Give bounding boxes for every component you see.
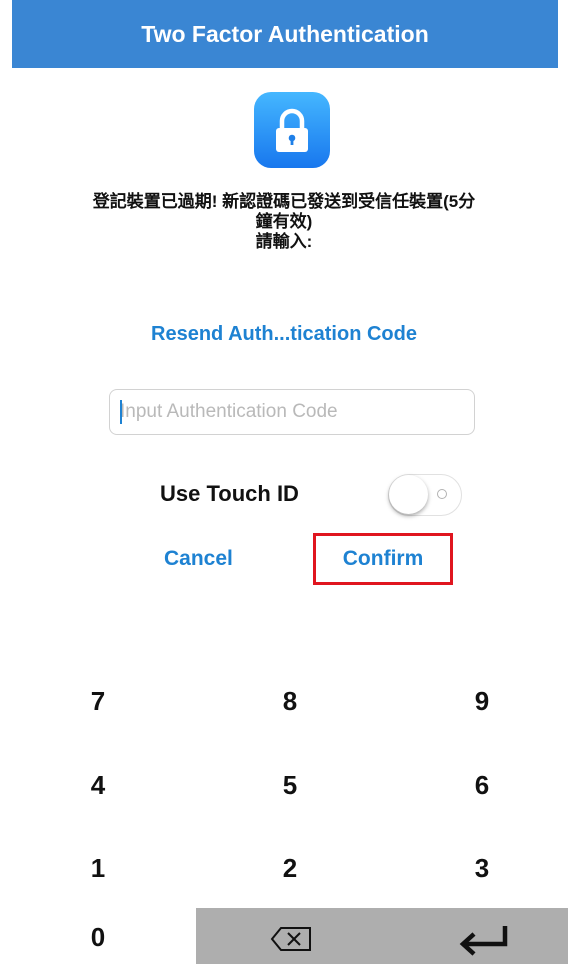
key-2[interactable]: 2 xyxy=(260,853,320,884)
key-1[interactable]: 1 xyxy=(68,853,128,884)
key-0[interactable]: 0 xyxy=(68,922,128,953)
cancel-button[interactable]: Cancel xyxy=(164,547,233,571)
toggle-knob xyxy=(389,475,428,514)
key-4[interactable]: 4 xyxy=(68,770,128,801)
touch-id-label: Use Touch ID xyxy=(160,481,299,506)
confirm-label: Confirm xyxy=(342,547,424,570)
return-icon xyxy=(459,926,508,956)
key-3[interactable]: 3 xyxy=(452,853,512,884)
key-7[interactable]: 7 xyxy=(68,686,128,717)
key-5[interactable]: 5 xyxy=(260,770,320,801)
authentication-code-input[interactable] xyxy=(109,389,475,435)
confirm-button[interactable]: Confirm xyxy=(313,533,453,585)
message-line-1: 登記裝置已過期! 新認證碼已發送到受信任裝置(5分 xyxy=(92,192,476,211)
key-6[interactable]: 6 xyxy=(452,770,512,801)
resend-code-link[interactable]: Resend Auth...tication Code xyxy=(0,323,568,346)
expiry-message: 登記裝置已過期! 新認證碼已發送到受信任裝置(5分 鐘有效) 請輸入: xyxy=(20,192,548,252)
message-line-2: 鐘有效) xyxy=(255,212,313,231)
key-8[interactable]: 8 xyxy=(260,686,320,717)
delete-key[interactable] xyxy=(270,926,312,957)
keypad-action-row-background xyxy=(196,908,568,964)
page-title: Two Factor Authentication xyxy=(141,20,429,47)
delete-icon xyxy=(270,927,311,951)
text-cursor xyxy=(120,400,122,424)
key-9[interactable]: 9 xyxy=(452,686,512,717)
touch-id-toggle[interactable] xyxy=(388,474,462,516)
lock-app-icon xyxy=(254,92,330,168)
message-line-3: 請輸入: xyxy=(255,232,313,251)
title-bar: Two Factor Authentication xyxy=(12,0,558,68)
lock-icon xyxy=(276,108,308,152)
return-key[interactable] xyxy=(458,924,510,961)
toggle-off-indicator-icon xyxy=(437,489,447,499)
